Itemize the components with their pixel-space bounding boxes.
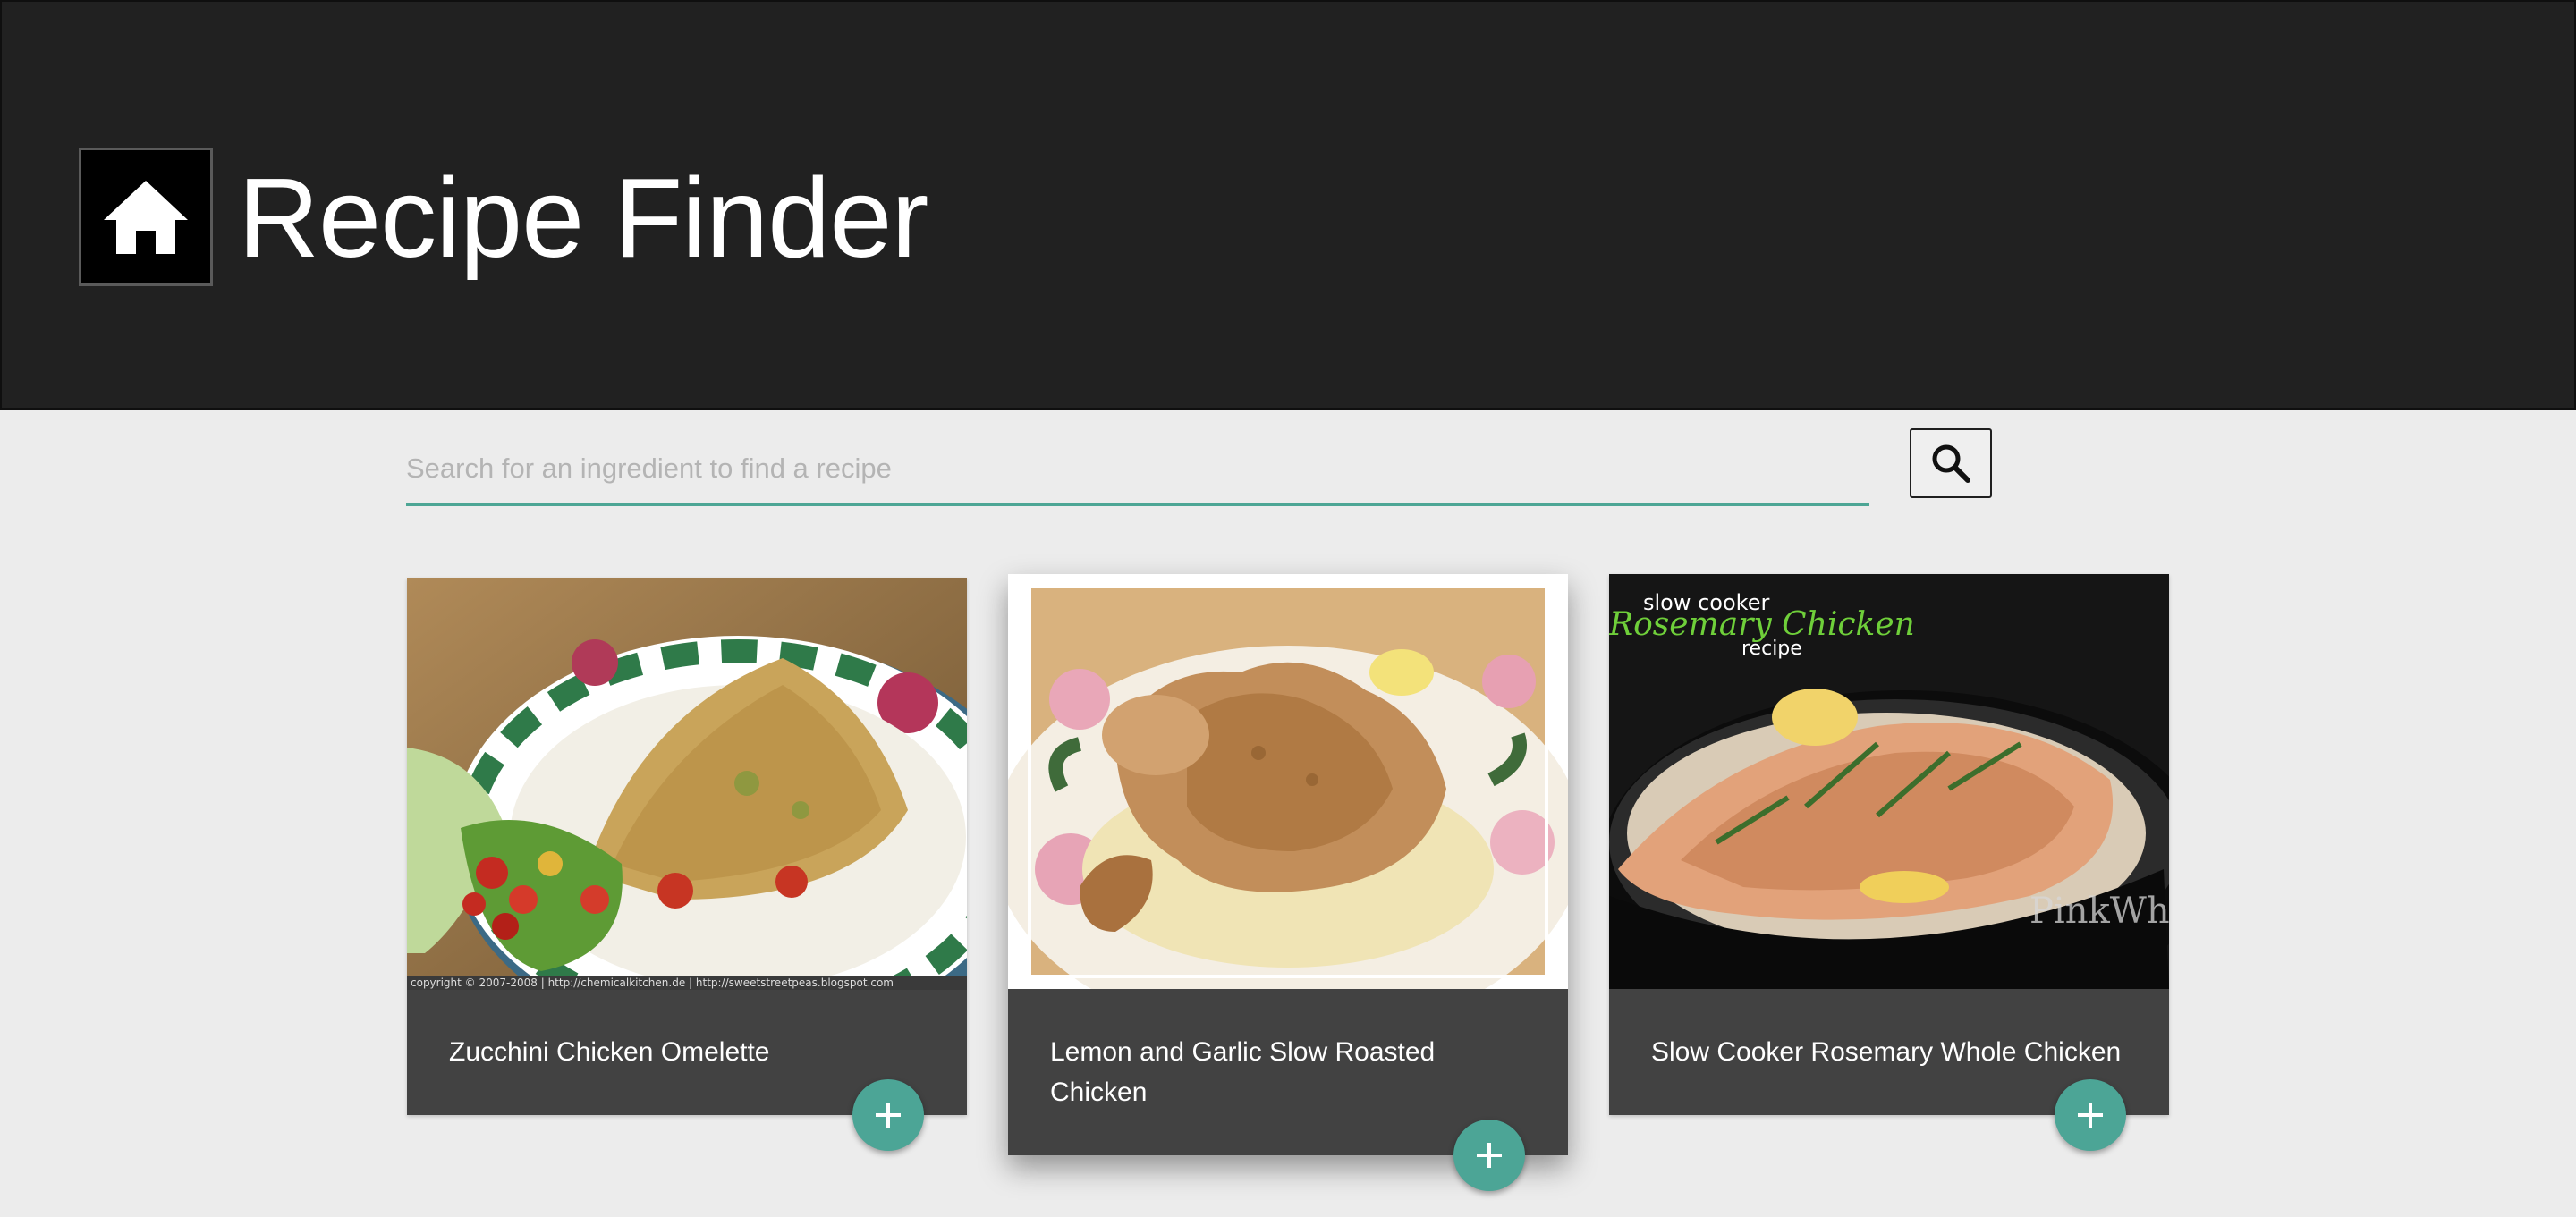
plus-icon (876, 1103, 901, 1128)
search-input[interactable] (406, 435, 1869, 506)
plus-icon (2078, 1103, 2103, 1128)
recipe-image: slow cooker Rosemary Chicken recipe Pink… (1609, 574, 2169, 989)
recipe-title: Slow Cooker Rosemary Whole Chicken (1651, 1037, 2122, 1067)
add-recipe-button[interactable] (1453, 1120, 1525, 1191)
home-icon (104, 180, 188, 254)
photo-watermark: PinkWh (2029, 891, 2169, 932)
recipe-image: copyright © 2007-2008 | http://chemicalk… (407, 578, 967, 990)
recipe-card[interactable]: copyright © 2007-2008 | http://chemicalk… (407, 578, 967, 1151)
recipe-title: Lemon and Garlic Slow Roasted Chicken (1050, 1037, 1436, 1107)
add-recipe-button[interactable] (852, 1079, 924, 1151)
photo-text-line3: recipe (1741, 638, 1802, 660)
recipe-card[interactable]: slow cooker Rosemary Chicken recipe Pink… (1609, 574, 2169, 1151)
search-bar (406, 435, 1869, 511)
recipe-image (1008, 574, 1568, 989)
recipe-card[interactable]: Lemon and Garlic Slow Roasted Chicken (1008, 574, 1568, 1191)
app-header: Recipe Finder (0, 0, 2576, 410)
plus-icon (1477, 1143, 1502, 1168)
photo-credit: copyright © 2007-2008 | http://chemicalk… (411, 976, 894, 989)
add-recipe-button[interactable] (2055, 1079, 2126, 1151)
home-button[interactable] (79, 148, 213, 286)
search-button[interactable] (1910, 428, 1992, 498)
recipe-title: Zucchini Chicken Omelette (449, 1037, 770, 1067)
search-icon (1932, 444, 1970, 483)
app-title: Recipe Finder (238, 155, 928, 281)
